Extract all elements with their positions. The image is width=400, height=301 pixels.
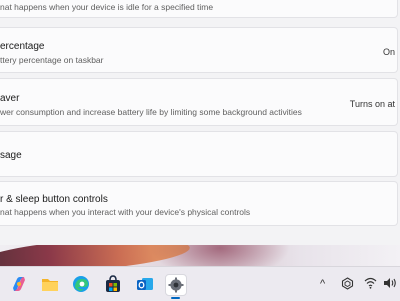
file-explorer-icon[interactable] xyxy=(40,274,60,294)
settings-window: nat happens when your device is idle for… xyxy=(0,0,400,245)
settings-icon[interactable] xyxy=(165,274,187,296)
battery-percentage-title: ercentage xyxy=(0,41,45,52)
copilot-icon[interactable] xyxy=(9,274,29,294)
edge-icon[interactable] xyxy=(71,274,91,294)
volume-icon[interactable] xyxy=(383,277,397,293)
screen-sleep-card[interactable]: nat happens when your device is idle for… xyxy=(0,0,398,18)
screen-sleep-desc: nat happens when your device is idle for… xyxy=(0,2,214,12)
battery-usage-card[interactable]: sage xyxy=(0,131,398,177)
wifi-icon[interactable] xyxy=(364,277,377,293)
battery-saver-title: aver xyxy=(0,93,20,104)
battery-saver-desc: wer consumption and increase battery lif… xyxy=(0,107,302,117)
battery-percentage-card[interactable]: ercentage ttery percentage on taskbar On xyxy=(0,27,398,73)
power-sleep-buttons-title: r & sleep button controls xyxy=(0,194,108,205)
outlook-icon[interactable] xyxy=(135,274,155,294)
power-sleep-buttons-desc: nat happens when you interact with your … xyxy=(0,207,251,217)
show-hidden-icons-chevron[interactable]: ^ xyxy=(320,277,325,291)
active-app-indicator xyxy=(171,297,180,299)
battery-usage-title: sage xyxy=(0,150,22,161)
power-sleep-buttons-card[interactable]: r & sleep button controls nat happens wh… xyxy=(0,181,398,226)
network-icon[interactable] xyxy=(341,277,354,294)
battery-percentage-toggle-state[interactable]: On xyxy=(383,47,395,57)
taskbar: ^ xyxy=(0,266,400,301)
battery-saver-card[interactable]: aver wer consumption and increase batter… xyxy=(0,78,398,126)
battery-saver-value[interactable]: Turns on at xyxy=(350,99,395,109)
microsoft-store-icon[interactable] xyxy=(103,274,123,294)
battery-percentage-desc: ttery percentage on taskbar xyxy=(0,55,104,65)
